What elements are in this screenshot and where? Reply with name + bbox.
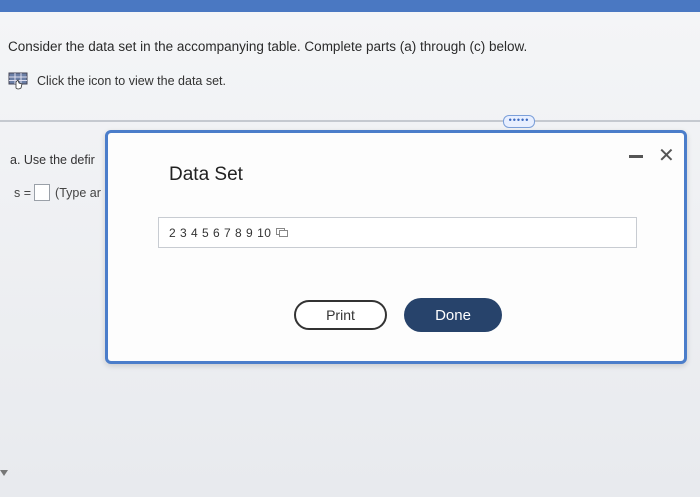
view-data-set-link[interactable]: Click the icon to view the data set. xyxy=(37,74,226,88)
data-set-dialog: Data Set ✕ 2 3 4 5 6 7 8 9 10 Print Done xyxy=(105,130,687,364)
table-icon[interactable] xyxy=(8,72,28,90)
data-set-link-row[interactable]: Click the icon to view the data set. xyxy=(8,72,226,90)
answer-input[interactable] xyxy=(34,184,51,201)
answer-row: s = (Type ar xyxy=(14,184,101,201)
question-instruction: Consider the data set in the accompanyin… xyxy=(8,39,528,54)
data-values: 2 3 4 5 6 7 8 9 10 xyxy=(169,225,272,240)
data-set-table: 2 3 4 5 6 7 8 9 10 xyxy=(158,217,637,248)
answer-hint: (Type ar xyxy=(55,185,101,200)
answer-prefix: s = xyxy=(14,185,32,200)
scroll-down-icon[interactable] xyxy=(0,470,8,476)
dialog-title: Data Set xyxy=(169,164,243,185)
done-button[interactable]: Done xyxy=(404,298,502,332)
print-button[interactable]: Print xyxy=(294,300,387,330)
top-bar xyxy=(0,0,700,12)
close-icon[interactable]: ✕ xyxy=(658,146,675,166)
more-button[interactable]: ••••• xyxy=(503,115,535,128)
section-divider xyxy=(0,120,700,122)
part-a-label: a. Use the defir xyxy=(10,153,95,167)
copy-icon[interactable] xyxy=(276,224,289,242)
minimize-icon[interactable] xyxy=(629,155,643,158)
